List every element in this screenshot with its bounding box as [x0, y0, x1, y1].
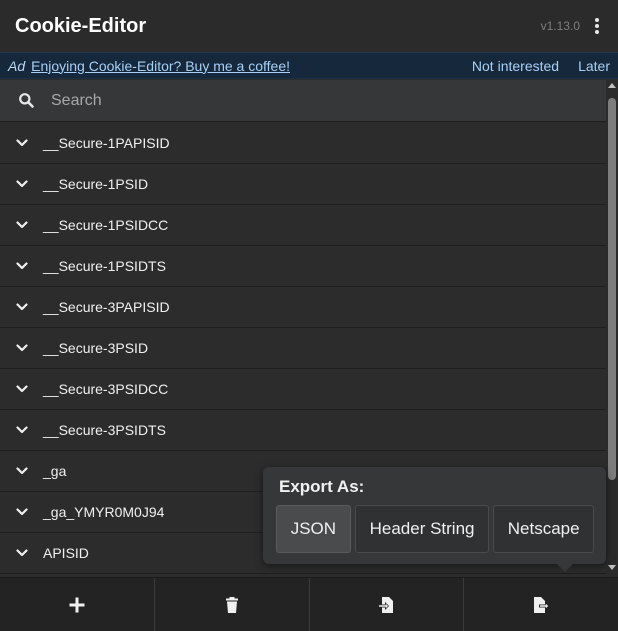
- scrollbar[interactable]: [606, 80, 618, 577]
- cookie-name: APISID: [43, 545, 89, 561]
- import-icon: [378, 596, 394, 613]
- cookie-row[interactable]: __Secure-3PAPISID: [0, 287, 606, 328]
- cookie-name: _ga_YMYR0M0J94: [43, 504, 165, 520]
- chevron-down-icon: [16, 303, 28, 311]
- version-label: v1.13.0: [540, 19, 580, 33]
- popup-arrow: [557, 564, 573, 572]
- search-icon: [19, 93, 34, 108]
- chevron-down-icon: [16, 139, 28, 147]
- import-button[interactable]: [310, 578, 465, 631]
- chevron-down-icon: [16, 385, 28, 393]
- export-header-string-button[interactable]: Header String: [354, 505, 490, 553]
- export-title: Export As:: [279, 477, 365, 496]
- ad-link[interactable]: Enjoying Cookie-Editor? Buy me a coffee!: [31, 58, 453, 74]
- cookie-name: __Secure-3PSIDTS: [43, 422, 166, 438]
- export-icon: [534, 596, 550, 613]
- app-header: Cookie-Editor v1.13.0: [0, 0, 618, 52]
- cookie-name: __Secure-3PSIDCC: [43, 381, 169, 397]
- app-title: Cookie-Editor: [15, 14, 147, 37]
- chevron-down-icon: [16, 262, 28, 270]
- search-input[interactable]: [51, 91, 551, 110]
- add-icon: [69, 597, 85, 612]
- cookie-name: _ga: [43, 463, 67, 479]
- scrollbar-thumb[interactable]: [608, 98, 616, 480]
- delete-all-button[interactable]: [155, 578, 310, 631]
- cookie-row[interactable]: __Secure-3PSID: [0, 328, 606, 369]
- cookie-row[interactable]: __Secure-3PSIDCC: [0, 369, 606, 410]
- ad-banner: Ad Enjoying Cookie-Editor? Buy me a coff…: [0, 52, 618, 79]
- chevron-down-icon: [16, 426, 28, 434]
- chevron-down-icon: [16, 549, 28, 557]
- cookie-name: __Secure-1PSIDCC: [43, 217, 169, 233]
- chevron-down-icon: [16, 344, 28, 352]
- add-cookie-button[interactable]: [0, 578, 155, 631]
- cookie-row[interactable]: __Secure-1PAPISID: [0, 123, 606, 164]
- export-button[interactable]: [464, 578, 618, 631]
- export-netscape-button[interactable]: Netscape: [493, 505, 594, 553]
- not-interested-link[interactable]: Not interested: [472, 58, 559, 74]
- search-bar: [0, 80, 606, 122]
- export-json-button[interactable]: JSON: [276, 505, 351, 553]
- cookie-name: __Secure-1PAPISID: [43, 135, 170, 151]
- cookie-name: __Secure-3PAPISID: [43, 299, 170, 315]
- cookie-row[interactable]: __Secure-1PSIDCC: [0, 205, 606, 246]
- cookie-name: __Secure-3PSID: [43, 340, 149, 356]
- ad-tag: Ad: [8, 57, 26, 74]
- chevron-down-icon: [16, 467, 28, 475]
- cookie-row[interactable]: __Secure-1PSIDTS: [0, 246, 606, 287]
- chevron-down-icon: [16, 180, 28, 188]
- kebab-menu-icon[interactable]: [590, 16, 604, 36]
- scroll-up-arrow-icon[interactable]: [608, 82, 616, 92]
- chevron-down-icon: [16, 221, 28, 229]
- scroll-down-arrow-icon[interactable]: [608, 565, 616, 575]
- cookie-row[interactable]: __Secure-3PSIDTS: [0, 410, 606, 451]
- later-link[interactable]: Later: [578, 58, 610, 74]
- cookie-row[interactable]: __Secure-1PSID: [0, 164, 606, 205]
- delete-icon: [225, 596, 238, 613]
- export-popup: Export As: JSON Header String Netscape: [263, 467, 606, 572]
- cookie-name: __Secure-1PSIDTS: [43, 258, 166, 274]
- cookie-name: __Secure-1PSID: [43, 176, 149, 192]
- chevron-down-icon: [16, 508, 28, 516]
- footer-toolbar: [0, 577, 618, 631]
